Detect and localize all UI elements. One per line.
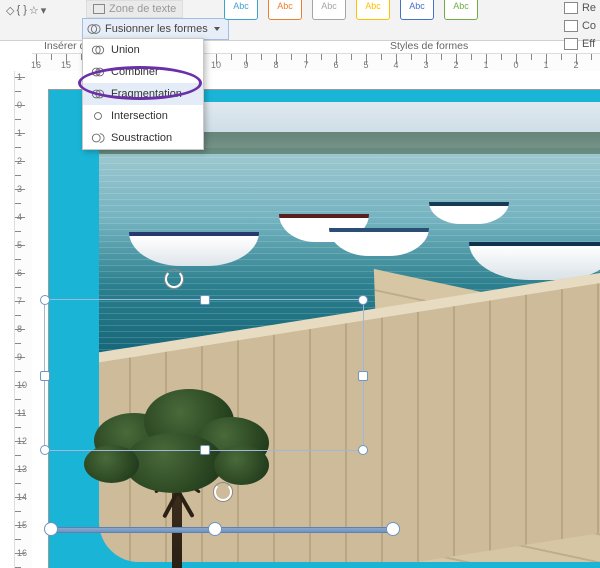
shape-style-swatches: Abc Abc Abc Abc Abc Abc: [224, 0, 478, 20]
selection-handle[interactable]: [200, 445, 210, 455]
merge-shapes-button[interactable]: Fusionner les formes: [82, 18, 229, 40]
ribbon: ◇{ }☆▾ Zone de texte Fusionner les forme…: [0, 0, 600, 41]
styles-group-label: Styles de formes: [390, 40, 468, 52]
style-swatch[interactable]: Abc: [312, 0, 346, 20]
merge-option-icon: [91, 131, 105, 145]
text-box-button[interactable]: Zone de texte: [86, 0, 183, 18]
shape-fill-group: Re Co Eff: [564, 0, 596, 52]
text-box-label: Zone de texte: [109, 1, 176, 17]
swatch-icon: [564, 38, 578, 50]
style-swatch[interactable]: Abc: [268, 0, 302, 20]
selection-handle[interactable]: [40, 371, 50, 381]
shape-format-item[interactable]: Co: [564, 18, 596, 34]
selection-handle[interactable]: [40, 445, 50, 455]
merge-option-icon: [91, 43, 105, 57]
selection-handle[interactable]: [44, 522, 58, 536]
merge-menu-item-fragmentation[interactable]: Fragmentation: [83, 83, 203, 105]
style-swatch[interactable]: Abc: [400, 0, 434, 20]
merge-option-icon: [91, 87, 105, 101]
merge-menu-item-union[interactable]: Union: [83, 39, 203, 61]
merge-menu-item-soustraction[interactable]: Soustraction: [83, 127, 203, 149]
ruler-corner: [0, 71, 14, 568]
style-swatch[interactable]: Abc: [444, 0, 478, 20]
textbox-icon: [93, 4, 105, 14]
style-swatch[interactable]: Abc: [224, 0, 258, 20]
vertical-ruler: 1012345678910111213141516: [14, 71, 34, 568]
swatch-icon: [564, 20, 578, 32]
rotate-handle-icon[interactable]: [214, 483, 232, 501]
swatch-icon: [564, 2, 578, 14]
selection-handle[interactable]: [40, 295, 50, 305]
selection-handle[interactable]: [358, 445, 368, 455]
selection-box: [44, 299, 364, 451]
selection-handle[interactable]: [358, 371, 368, 381]
style-swatch[interactable]: Abc: [356, 0, 390, 20]
merge-option-icon: [91, 65, 105, 79]
merge-option-icon: [91, 109, 105, 123]
chevron-down-icon: [214, 27, 220, 31]
insert-group-label: Insérer d: [44, 40, 85, 52]
merge-shapes-icon: [87, 22, 101, 36]
line-shape-selected[interactable]: [48, 525, 396, 533]
selection-handle[interactable]: [208, 522, 222, 536]
rotate-handle-icon[interactable]: [165, 270, 183, 288]
selection-handle[interactable]: [386, 522, 400, 536]
shape-format-item[interactable]: Eff: [564, 36, 596, 52]
shape-gallery[interactable]: ◇{ }☆▾: [6, 0, 78, 20]
merge-shapes-menu: UnionCombinerFragmentationIntersectionSo…: [82, 38, 204, 150]
selection-handle[interactable]: [358, 295, 368, 305]
merge-shapes-label: Fusionner les formes: [105, 20, 208, 38]
shape-format-item[interactable]: Re: [564, 0, 596, 16]
merge-menu-item-combiner[interactable]: Combiner: [83, 61, 203, 83]
merge-menu-item-intersection[interactable]: Intersection: [83, 105, 203, 127]
selection-handle[interactable]: [200, 295, 210, 305]
